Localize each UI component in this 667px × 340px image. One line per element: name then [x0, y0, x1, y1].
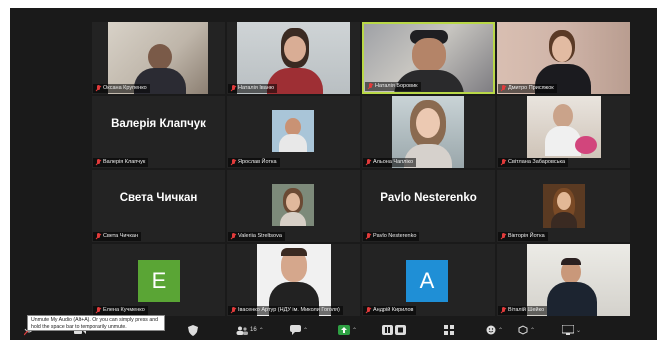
grid-icon — [444, 325, 454, 335]
participant-name-tag: Елена Кучменко — [93, 306, 148, 315]
chevron-up-icon[interactable]: ⌃ — [352, 327, 357, 334]
avatar: A — [406, 260, 448, 302]
mic-muted-icon — [95, 307, 101, 314]
chevron-up-icon[interactable]: ⌃ — [303, 327, 308, 334]
mic-muted-icon — [365, 307, 371, 314]
participant-tile[interactable]: Дмитро Присяжок — [497, 22, 630, 94]
participant-tile-active-speaker[interactable]: Наталія Боровик — [362, 22, 495, 94]
participant-name-tag: Вікторія Йотка — [498, 232, 548, 241]
participant-display-name: Pavlo Nesterenko — [380, 192, 477, 204]
avatar-letter: E — [151, 268, 167, 293]
mic-muted-icon — [500, 159, 506, 166]
view-options-button[interactable]: ⌄ — [562, 324, 581, 336]
participant-name-tag: Віталій Шейко — [498, 306, 548, 315]
participant-name-tag: Альона Чапліко — [363, 158, 417, 167]
participant-name-tag: Света Чичкан — [93, 232, 141, 241]
participant-name-tag: Валерія Клапчук — [93, 158, 149, 167]
participant-name-tag: Valeriia Streltsova — [228, 232, 285, 241]
participant-tile[interactable]: Оксана Крупенко — [92, 22, 225, 94]
mic-muted-icon — [500, 233, 506, 240]
participants-button[interactable]: 16 ⌃ — [236, 324, 264, 336]
mic-muted-icon — [95, 85, 101, 92]
avatar: E — [138, 260, 180, 302]
chat-bubble-icon — [290, 325, 301, 335]
smiley-icon — [486, 325, 496, 335]
meeting-window: Оксана Крупенко Наталія Іваню Наталія Бо… — [10, 8, 657, 340]
participant-tile[interactable]: Світлана Забаровська — [497, 96, 630, 168]
participant-name-tag: Pavlo Nesterenko — [363, 232, 420, 241]
participant-tile[interactable]: Валерія Клапчук Валерія Клапчук — [92, 96, 225, 168]
mic-muted-icon — [500, 307, 506, 314]
participant-tile[interactable]: Івасенко Артур (НДУ ім. Миколи Гоголя) — [227, 244, 360, 316]
participant-tile[interactable]: Ярослав Йотка — [227, 96, 360, 168]
participants-count: 16 — [250, 327, 257, 333]
participant-tile[interactable]: Света Чичкан Света Чичкан — [92, 170, 225, 242]
participant-name-tag: Андрій Кирилов — [363, 306, 417, 315]
participant-name-tag: Наталія Іваню — [228, 84, 277, 93]
participant-name-tag: Дмитро Присяжок — [498, 84, 557, 93]
mic-muted-icon — [230, 159, 236, 166]
unmute-tooltip: Unmute My Audio (Alt+A). Or you can simp… — [27, 315, 165, 331]
mic-muted-icon — [95, 233, 101, 240]
participants-icon — [236, 326, 248, 335]
breakout-rooms-button[interactable] — [444, 324, 454, 336]
mic-muted-icon — [367, 83, 373, 90]
participant-tile[interactable]: Valeriia Streltsova — [227, 170, 360, 242]
participant-name-tag: Оксана Крупенко — [93, 84, 150, 93]
chevron-up-icon[interactable]: ⌃ — [498, 327, 503, 334]
gallery-grid: Оксана Крупенко Наталія Іваню Наталія Бо… — [92, 22, 632, 316]
participant-tile[interactable]: E Елена Кучменко — [92, 244, 225, 316]
participant-tile[interactable]: Віталій Шейко — [497, 244, 630, 316]
profile-photo — [543, 184, 585, 228]
mic-muted-icon — [365, 233, 371, 240]
apps-button[interactable]: ⌃ — [518, 324, 535, 336]
participant-name-tag: Ярослав Йотка — [228, 158, 280, 167]
mic-muted-icon — [230, 307, 236, 314]
mic-muted-icon — [230, 233, 236, 240]
share-screen-button[interactable]: ⌃ — [338, 324, 357, 336]
chevron-up-icon[interactable]: ⌃ — [530, 327, 535, 334]
participant-display-name: Валерія Клапчук — [111, 118, 206, 130]
participant-tile[interactable]: A Андрій Кирилов — [362, 244, 495, 316]
apps-icon — [518, 325, 528, 335]
participant-name-tag: Івасенко Артур (НДУ ім. Миколи Гоголя) — [228, 306, 343, 315]
chevron-down-icon[interactable]: ⌄ — [576, 327, 581, 334]
monitor-icon — [562, 325, 574, 335]
participant-name-tag: Світлана Забаровська — [498, 158, 569, 167]
reactions-button[interactable]: ⌃ — [486, 324, 503, 336]
record-button[interactable] — [382, 324, 406, 336]
mic-muted-icon — [365, 159, 371, 166]
profile-photo — [272, 184, 314, 226]
participant-tile[interactable]: Наталія Іваню — [227, 22, 360, 94]
profile-photo — [527, 96, 601, 158]
mic-muted-icon — [500, 85, 506, 92]
participant-name-tag: Наталія Боровик — [365, 82, 421, 91]
mic-muted-icon — [95, 159, 101, 166]
participant-tile[interactable]: Вікторія Йотка — [497, 170, 630, 242]
share-screen-icon — [338, 325, 350, 335]
participant-tile[interactable]: Альона Чапліко — [362, 96, 495, 168]
shield-icon — [188, 324, 198, 336]
security-button[interactable] — [188, 324, 198, 336]
record-icon — [382, 325, 406, 335]
mic-muted-icon — [230, 85, 236, 92]
profile-photo — [272, 110, 314, 152]
chat-button[interactable]: ⌃ — [290, 324, 308, 336]
participant-tile[interactable]: Pavlo Nesterenko Pavlo Nesterenko — [362, 170, 495, 242]
avatar-letter: A — [419, 268, 435, 293]
participant-display-name: Света Чичкан — [119, 192, 198, 204]
chevron-up-icon[interactable]: ⌃ — [259, 327, 264, 334]
